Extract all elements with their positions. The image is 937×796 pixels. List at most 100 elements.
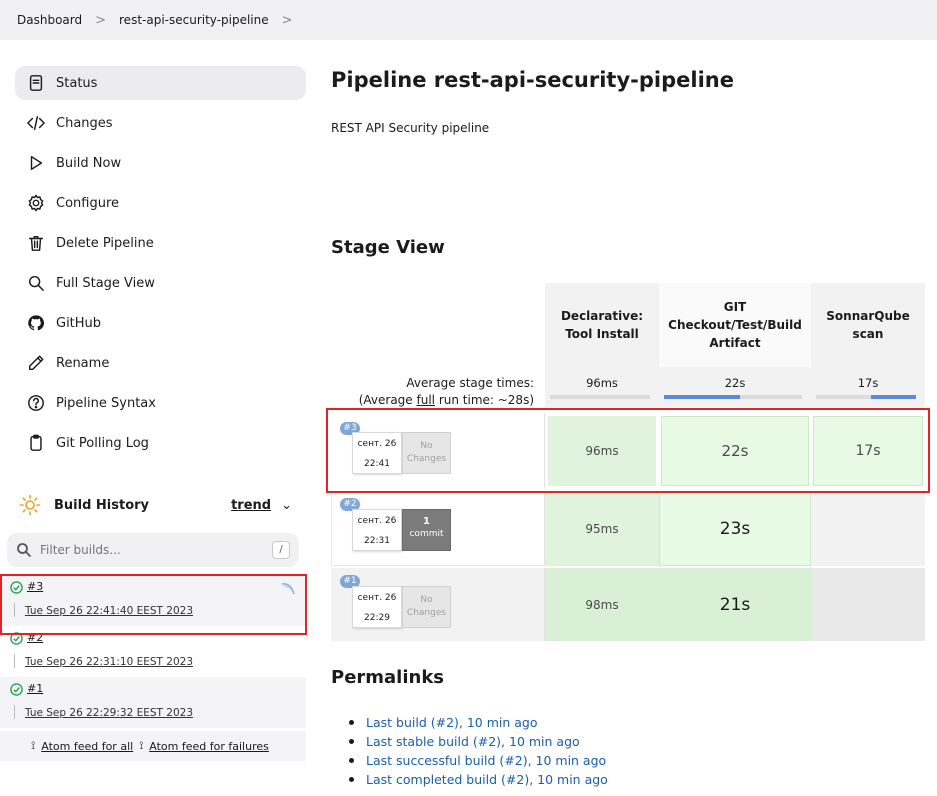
average-stage-time: 22s [659, 367, 811, 407]
divider [14, 705, 15, 719]
sidebar-item-label: Full Stage View [56, 275, 155, 291]
breadcrumb-separator: > [95, 12, 107, 28]
breadcrumb-dashboard[interactable]: Dashboard [17, 13, 82, 27]
sidebar-item-build-now[interactable]: Build Now [15, 146, 306, 180]
sidebar-item-github[interactable]: GitHub [15, 306, 306, 340]
permalink-last-successful[interactable]: Last successful build (#2), 10 min ago [366, 753, 606, 768]
permalink-last-build[interactable]: Last build (#2), 10 min ago [366, 715, 538, 730]
build-history-header: Build History trend ⌄ [15, 488, 306, 522]
list-item: Last stable build (#2), 10 min ago [349, 732, 608, 751]
breadcrumb-separator[interactable]: > [282, 13, 293, 28]
stage-name-line: SonnarQube [826, 309, 910, 323]
sidebar: Status Changes Build Now Configure Delet… [15, 66, 306, 466]
filter-shortcut: / [272, 541, 290, 559]
permalink-last-completed[interactable]: Last completed build (#2), 10 min ago [366, 772, 608, 787]
clipboard-icon [26, 433, 46, 453]
average-run-time: run time: ~28s) [435, 393, 534, 407]
sidebar-item-git-polling-log[interactable]: Git Polling Log [15, 426, 306, 460]
permalinks-list: Last build (#2), 10 min ago Last stable … [349, 713, 608, 789]
stage-cell[interactable]: 98ms [545, 568, 659, 641]
github-icon [26, 313, 46, 333]
stage-cell-empty [811, 568, 925, 641]
sidebar-item-label: Build Now [56, 155, 122, 171]
sidebar-item-label: Changes [56, 115, 113, 131]
pipeline-description: REST API Security pipeline [331, 121, 490, 135]
sidebar-item-label: Git Polling Log [56, 435, 149, 451]
status-icon [26, 73, 46, 93]
sidebar-item-label: Configure [56, 195, 120, 211]
average-progress-fill [664, 395, 740, 399]
stage-header: SonnarQube scan [811, 283, 925, 367]
bullet [349, 777, 354, 782]
list-item[interactable]: #1 Tue Sep 26 22:29:32 EEST 2023 [0, 677, 306, 728]
search-icon [26, 273, 46, 293]
code-icon [26, 113, 46, 133]
stage-name-line: Checkout/Test/Build [668, 318, 802, 332]
sidebar-item-label: Pipeline Syntax [56, 395, 156, 411]
divider [14, 654, 15, 668]
sidebar-item-label: Status [56, 75, 98, 91]
bullet [349, 758, 354, 763]
stage-view-title: Stage View [331, 237, 445, 258]
average-progress-track [664, 395, 802, 399]
sidebar-item-label: GitHub [56, 315, 102, 331]
full-run-link[interactable]: full [417, 393, 436, 407]
filter-builds: / [7, 533, 299, 567]
chevron-down-icon[interactable]: ⌄ [281, 498, 292, 513]
bullet [349, 739, 354, 744]
list-item: Last completed build (#2), 10 min ago [349, 770, 608, 789]
trend-link[interactable]: trend [231, 498, 271, 513]
sidebar-item-delete-pipeline[interactable]: Delete Pipeline [15, 226, 306, 260]
run-date-time: 22:29 [364, 613, 390, 623]
atom-feeds: ⟟ Atom feed for all ⟟ Atom feed for fail… [0, 731, 306, 761]
atom-feed-failures-link[interactable]: Atom feed for failures [149, 740, 269, 753]
rss-icon: ⟟ [139, 739, 144, 752]
stage-name-line: Artifact [709, 336, 761, 350]
filter-builds-input[interactable] [40, 543, 260, 557]
run-date: сент. 26 22:31 [352, 509, 402, 551]
page-title: Pipeline rest-api-security-pipeline [331, 68, 734, 92]
search-icon [17, 543, 32, 558]
sidebar-item-configure[interactable]: Configure [15, 186, 306, 220]
stage-header: GIT Checkout/Test/Build Artifact [659, 283, 811, 367]
run-changes[interactable]: 1 commit [402, 509, 451, 551]
stage-cell[interactable]: 95ms [545, 492, 659, 566]
bullet [349, 720, 354, 725]
run-date-time: 22:31 [364, 536, 390, 546]
average-progress-track [550, 395, 650, 399]
trash-icon [26, 233, 46, 253]
build-date[interactable]: Tue Sep 26 22:29:32 EEST 2023 [25, 707, 193, 719]
commit-count: 1 [423, 516, 430, 527]
sidebar-item-status[interactable]: Status [15, 66, 306, 100]
build-number[interactable]: #1 [27, 682, 43, 695]
breadcrumb: Dashboard > rest-api-security-pipeline > [0, 0, 937, 40]
pencil-icon [26, 353, 46, 373]
run-info: #1 сент. 26 22:29 No Changes [331, 568, 545, 641]
average-stage-times-label: Average stage times: [406, 376, 534, 390]
help-icon [26, 393, 46, 413]
sidebar-item-rename[interactable]: Rename [15, 346, 306, 380]
sun-icon [19, 494, 41, 516]
highlight-box [326, 408, 930, 493]
build-date[interactable]: Tue Sep 26 22:31:10 EEST 2023 [25, 656, 193, 668]
run-changes: No Changes [402, 586, 451, 628]
average-progress-track [816, 395, 916, 399]
stage-name-line: scan [852, 327, 884, 341]
run-date-day: сент. 26 [357, 593, 397, 603]
stage-cell[interactable]: 21s [659, 568, 811, 641]
sidebar-item-changes[interactable]: Changes [15, 106, 306, 140]
average-progress-fill [871, 395, 916, 399]
average-stage-value: 96ms [586, 376, 618, 390]
commit-word: commit [409, 529, 444, 539]
permalink-last-stable[interactable]: Last stable build (#2), 10 min ago [366, 734, 580, 749]
breadcrumb-pipeline[interactable]: rest-api-security-pipeline [119, 13, 269, 27]
average-stage-value: 22s [724, 376, 746, 390]
highlight-box [0, 574, 307, 635]
sidebar-item-pipeline-syntax[interactable]: Pipeline Syntax [15, 386, 306, 420]
average-run-label: (Average [358, 393, 417, 407]
average-stage-value: 17s [857, 376, 879, 390]
stage-cell[interactable]: 23s [659, 492, 811, 566]
sidebar-item-full-stage-view[interactable]: Full Stage View [15, 266, 306, 300]
average-stage-time: 17s [811, 367, 925, 407]
atom-feed-all-link[interactable]: Atom feed for all [41, 740, 133, 753]
